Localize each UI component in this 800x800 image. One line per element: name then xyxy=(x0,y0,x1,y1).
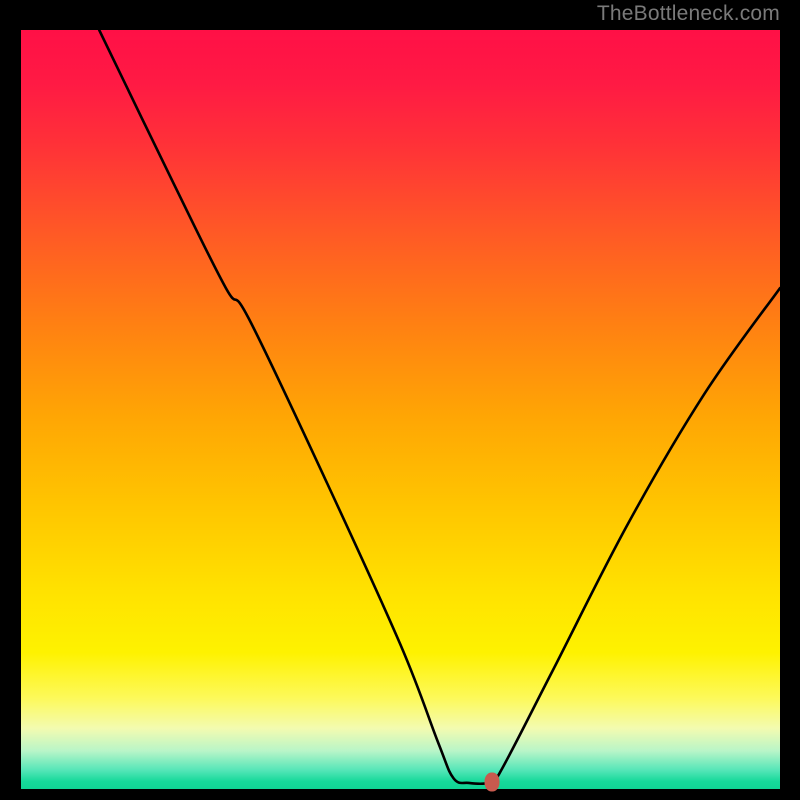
optimal-point-marker xyxy=(485,773,500,792)
chart-stage: TheBottleneck.com xyxy=(0,0,800,800)
plot-area xyxy=(21,30,780,789)
bottleneck-curve xyxy=(21,30,780,789)
watermark-text: TheBottleneck.com xyxy=(597,2,780,26)
curve-path xyxy=(99,30,780,785)
